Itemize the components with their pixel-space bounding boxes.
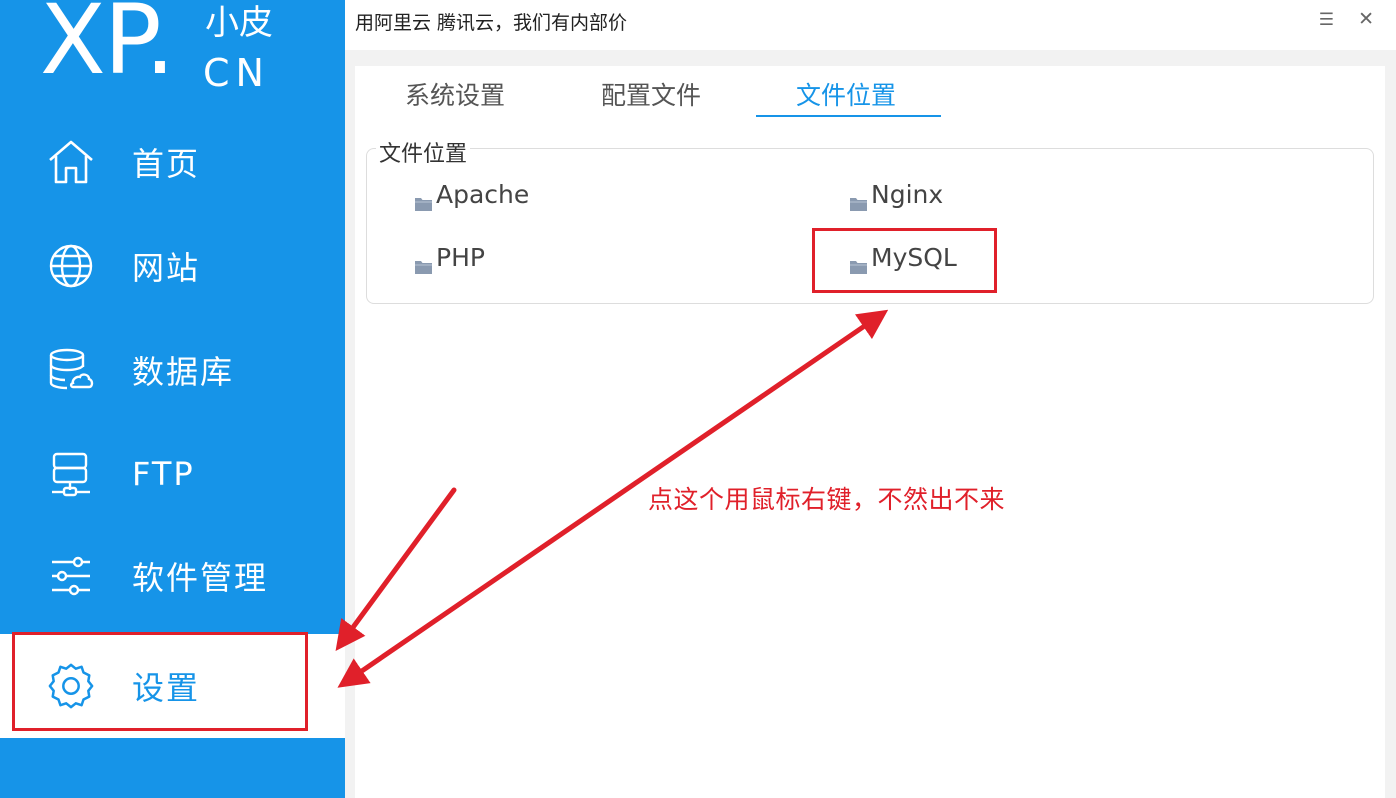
folder-icon <box>415 188 434 211</box>
sidebar-item-database[interactable]: 数据库 <box>0 318 345 422</box>
folder-label: Nginx <box>871 180 944 209</box>
sidebar-item-label: 软件管理 <box>132 559 269 597</box>
logo-suffix-top: 小皮 <box>205 3 273 43</box>
home-icon <box>46 137 96 187</box>
group-title: 文件位置 <box>376 136 471 168</box>
annotation-highlight-settings <box>12 632 308 731</box>
annotation-text: 点这个用鼠标右键，不然出不来 <box>648 485 1006 514</box>
annotation-highlight-mysql <box>812 228 997 293</box>
window-title: 用阿里云 腾讯云，我们有内部价 <box>355 12 628 34</box>
active-tab-indicator <box>756 115 941 117</box>
window-titlebar: 用阿里云 腾讯云，我们有内部价 ☰ ✕ <box>345 0 1396 50</box>
nginx-folder-link[interactable]: Nginx <box>850 180 944 211</box>
settings-tabs: 系统设置 配置文件 文件位置 <box>355 70 1385 120</box>
sidebar-item-website[interactable]: 网站 <box>0 214 345 318</box>
php-folder-link[interactable]: PHP <box>415 243 485 274</box>
menu-icon[interactable]: ☰ <box>1319 10 1334 30</box>
tab-file-locations[interactable]: 文件位置 <box>796 76 896 112</box>
globe-icon <box>46 241 96 291</box>
sidebar-item-home[interactable]: 首页 <box>0 110 345 214</box>
tab-config-files[interactable]: 配置文件 <box>601 76 701 112</box>
sliders-icon <box>46 551 96 601</box>
logo-suffix-bottom: CN <box>203 51 270 95</box>
folder-label: Apache <box>436 180 530 209</box>
apache-folder-link[interactable]: Apache <box>415 180 530 211</box>
server-icon <box>46 449 96 499</box>
sidebar-item-label: FTP <box>132 455 195 493</box>
tab-system-settings[interactable]: 系统设置 <box>405 76 505 112</box>
logo-brand: XP. <box>40 0 175 96</box>
close-icon[interactable]: ✕ <box>1358 8 1374 30</box>
sidebar-item-label: 数据库 <box>132 353 235 391</box>
folder-icon <box>850 188 869 211</box>
sidebar-item-ftp[interactable]: FTP <box>0 422 345 526</box>
folder-label: PHP <box>436 243 485 272</box>
sidebar-item-label: 首页 <box>132 145 201 183</box>
sidebar-item-label: 网站 <box>132 249 201 287</box>
app-logo: XP. 小皮 CN <box>0 0 345 118</box>
folder-icon <box>415 251 434 274</box>
sidebar-item-software[interactable]: 软件管理 <box>0 524 345 628</box>
database-icon <box>46 345 96 395</box>
